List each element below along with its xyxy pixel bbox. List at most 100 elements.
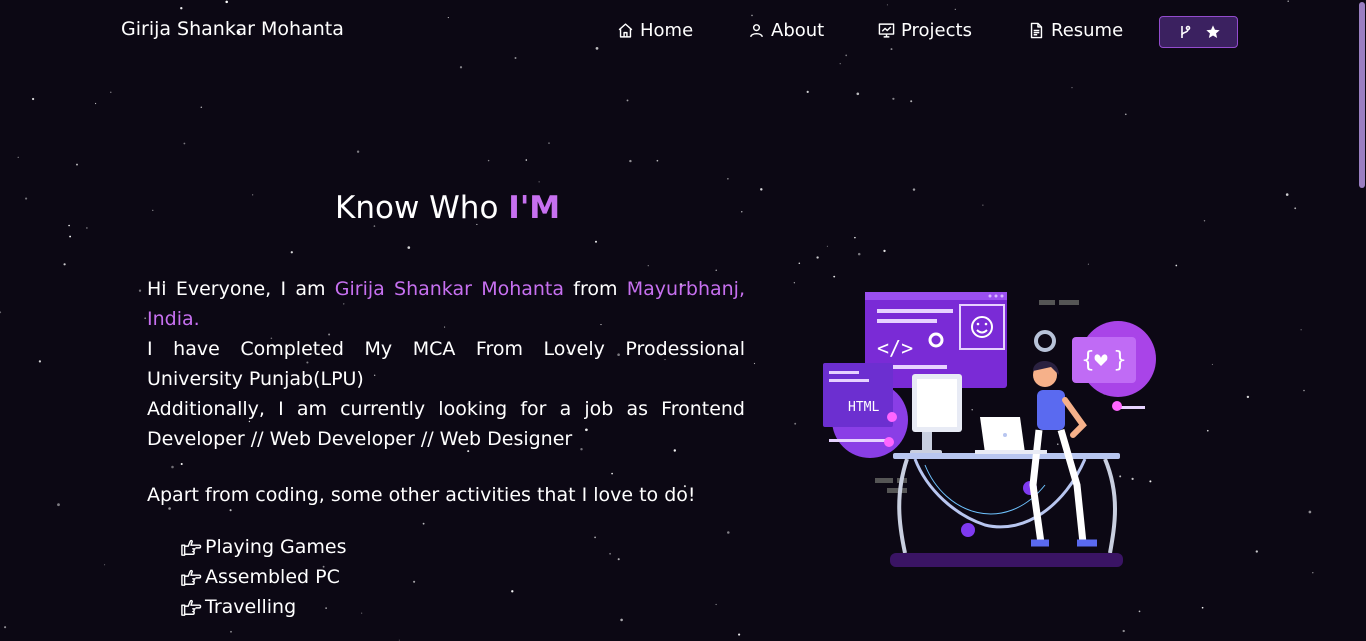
star bbox=[741, 211, 743, 213]
pointing-hand-icon bbox=[181, 539, 202, 556]
activity-label: Assembled PC bbox=[205, 566, 340, 588]
star bbox=[38, 360, 42, 363]
star bbox=[1303, 389, 1305, 392]
scrollbar-thumb[interactable] bbox=[1359, 2, 1365, 188]
activities-title: Apart from coding, some other activities… bbox=[147, 484, 696, 506]
star bbox=[760, 188, 763, 191]
svg-text:}: } bbox=[1113, 348, 1127, 373]
nav-about[interactable]: About bbox=[748, 20, 824, 41]
star bbox=[798, 262, 801, 265]
star bbox=[86, 227, 88, 229]
star bbox=[548, 142, 550, 144]
list-item: Playing Games bbox=[180, 532, 347, 562]
user-icon bbox=[750, 24, 763, 38]
star bbox=[95, 102, 97, 105]
star bbox=[413, 580, 416, 583]
star bbox=[57, 503, 60, 507]
star bbox=[1071, 86, 1073, 89]
developer-illustration: </> HTML { } bbox=[823, 292, 1156, 567]
star bbox=[361, 612, 363, 614]
star bbox=[982, 204, 984, 206]
star bbox=[727, 177, 729, 180]
activities-list: Playing Games Assembled PC Travelling bbox=[180, 532, 347, 622]
star bbox=[1206, 429, 1209, 432]
star bbox=[816, 256, 819, 259]
pointing-hand-icon bbox=[181, 599, 202, 616]
star bbox=[1138, 610, 1141, 613]
star bbox=[611, 472, 613, 475]
nav-resume-label: Resume bbox=[1051, 20, 1124, 41]
star bbox=[629, 159, 632, 163]
star bbox=[1175, 264, 1178, 267]
star bbox=[626, 99, 629, 102]
nav-projects-label: Projects bbox=[901, 20, 972, 41]
star bbox=[738, 633, 741, 636]
nav-projects[interactable]: Projects bbox=[878, 20, 972, 41]
brand-name[interactable]: Girija Shankar Mohanta bbox=[121, 18, 344, 40]
intro-job: Additionally, I am currently looking for… bbox=[147, 398, 745, 450]
projects-icon bbox=[878, 23, 895, 38]
star bbox=[892, 97, 895, 100]
star bbox=[68, 224, 70, 227]
svg-text:</>: </> bbox=[877, 336, 913, 360]
activity-label: Travelling bbox=[205, 596, 297, 618]
list-item: Assembled PC bbox=[180, 562, 347, 592]
star bbox=[727, 531, 730, 534]
star bbox=[1124, 113, 1127, 116]
star bbox=[398, 639, 400, 641]
nav-about-label: About bbox=[771, 20, 825, 41]
star bbox=[0, 311, 2, 314]
star bbox=[1285, 193, 1289, 196]
star bbox=[538, 181, 540, 183]
star bbox=[912, 188, 916, 191]
intro-name: Girija Shankar Mohanta bbox=[334, 278, 565, 300]
svg-text:{: { bbox=[1081, 348, 1095, 373]
star bbox=[793, 282, 795, 284]
star bbox=[76, 163, 78, 166]
star bbox=[183, 142, 186, 145]
star bbox=[138, 289, 142, 292]
star bbox=[459, 66, 463, 69]
star bbox=[854, 236, 856, 239]
home-icon bbox=[618, 23, 633, 38]
star bbox=[525, 159, 528, 161]
star bbox=[1087, 263, 1089, 265]
nav-home[interactable]: Home bbox=[617, 20, 693, 41]
star bbox=[1246, 395, 1250, 399]
scrollbar[interactable] bbox=[1358, 0, 1366, 641]
star bbox=[856, 92, 860, 96]
star bbox=[715, 269, 717, 271]
star bbox=[1122, 629, 1125, 633]
star bbox=[422, 522, 425, 525]
star bbox=[1294, 207, 1297, 210]
star bbox=[152, 209, 154, 211]
github-star-button[interactable] bbox=[1159, 16, 1238, 48]
activity-label: Playing Games bbox=[205, 536, 347, 558]
star bbox=[511, 590, 514, 593]
document-icon bbox=[1030, 22, 1043, 39]
star bbox=[180, 462, 183, 466]
star bbox=[252, 194, 254, 196]
star bbox=[1255, 550, 1258, 553]
star bbox=[753, 362, 756, 365]
star bbox=[910, 100, 913, 103]
html-tag: HTML bbox=[848, 400, 879, 415]
nav-home-label: Home bbox=[640, 20, 694, 41]
star bbox=[609, 552, 611, 555]
nav-resume[interactable]: Resume bbox=[1028, 20, 1123, 41]
intro-education: I have Completed My MCA From Lovely Prod… bbox=[147, 338, 745, 390]
git-branch-icon bbox=[1180, 25, 1190, 38]
intro-greeting: Hi Everyone, I am bbox=[147, 278, 335, 300]
navbar: Girija Shankar Mohanta Home About Projec… bbox=[0, 0, 1366, 64]
star bbox=[1312, 571, 1314, 574]
star bbox=[31, 97, 35, 101]
star bbox=[168, 507, 171, 510]
star bbox=[1201, 606, 1204, 609]
star bbox=[104, 564, 106, 566]
intro-line-1: Hi Everyone, I am Girija Shankar Mohanta… bbox=[147, 274, 745, 334]
star bbox=[230, 630, 232, 633]
star bbox=[620, 618, 623, 622]
star bbox=[1211, 363, 1213, 365]
star bbox=[656, 159, 659, 162]
star bbox=[1308, 510, 1312, 514]
